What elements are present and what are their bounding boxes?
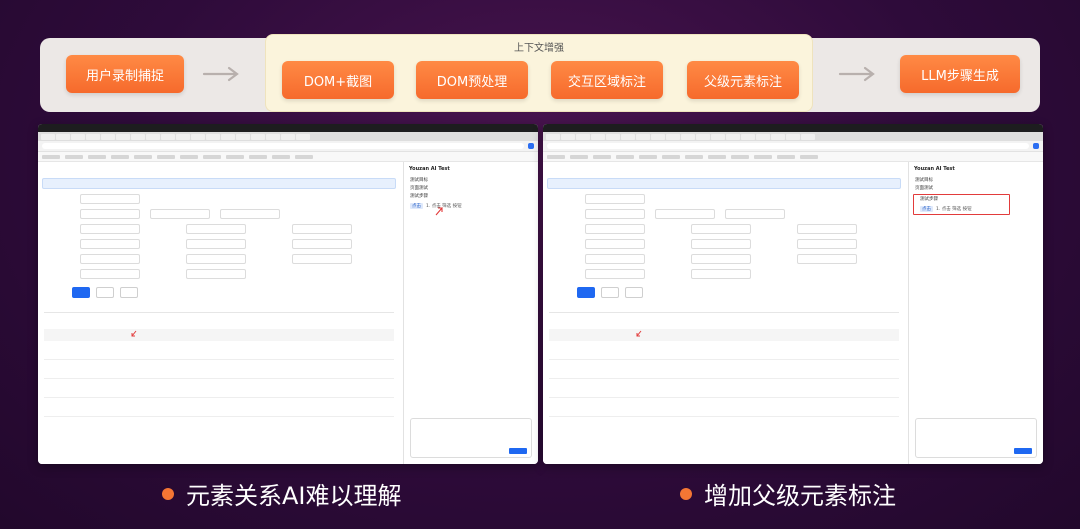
table-row [549, 345, 899, 360]
table-row [549, 383, 899, 398]
caption-left-text: 元素关系AI难以理解 [186, 482, 402, 510]
caption-left: 元素关系AI难以理解 [162, 476, 402, 511]
reset-button[interactable] [601, 287, 619, 298]
screenshot-after: ​ Youzan AI Test 测试目标 页面测试 测试步骤 点击 1. 点击… [543, 124, 1043, 464]
send-button[interactable] [509, 448, 527, 454]
table-row [44, 364, 394, 379]
arrow-right-icon [202, 66, 239, 82]
pipeline-step-dom-preprocess: DOM预处理 [416, 61, 528, 99]
table-row [44, 345, 394, 360]
web-page [38, 162, 400, 464]
step-item[interactable]: 点击 1. 点击 筛选 按钮 [410, 202, 532, 209]
goal-label: 测试目标 [410, 178, 428, 183]
notice-bar [42, 178, 396, 189]
browser-tabs [38, 132, 538, 141]
pipeline-step-dom-screenshot: DOM+截图 [282, 61, 394, 99]
table-header [549, 329, 899, 341]
pipeline-input: 用户录制捕捉 [66, 55, 184, 93]
order-tabs [549, 308, 899, 313]
pipeline-output: LLM步骤生成 [900, 55, 1020, 93]
page-header [543, 162, 905, 174]
goal-value: 页面测试 [410, 186, 428, 191]
page-header [38, 162, 400, 174]
goal-label: 测试目标 [915, 178, 933, 183]
parent-element-highlight: 测试步骤 点击 1. 点击 筛选 按钮 [913, 194, 1010, 215]
reset-button[interactable] [96, 287, 114, 298]
export-button[interactable] [625, 287, 643, 298]
step-item[interactable]: 点击 1. 点击 筛选 按钮 [920, 205, 1003, 212]
table-row [44, 383, 394, 398]
update-button: ​ [528, 143, 534, 149]
bookmarks-bar [543, 152, 1043, 162]
ai-test-panel: Youzan AI Test 测试目标 页面测试 测试步骤 点击 1. 点击 筛… [403, 162, 538, 464]
chat-input[interactable] [410, 418, 532, 458]
filter-button[interactable] [72, 287, 90, 298]
red-arrow-icon [636, 330, 642, 337]
web-page [543, 162, 905, 464]
address-bar: ​ [543, 141, 1043, 152]
chat-input[interactable] [915, 418, 1037, 458]
pipeline-step-interaction-area: 交互区域标注 [551, 61, 663, 99]
browser-tabs [543, 132, 1043, 141]
caption-right-text: 增加父级元素标注 [704, 482, 896, 510]
bullet-dot-icon [680, 487, 692, 500]
goal-value: 页面测试 [915, 186, 933, 191]
panel-title: Youzan AI Test [409, 166, 450, 172]
red-arrow-icon [435, 207, 443, 216]
caption-right: 增加父级元素标注 [680, 476, 896, 511]
filter-button[interactable] [577, 287, 595, 298]
notice-bar [547, 178, 901, 189]
step-text: 1. 点击 筛选 按钮 [936, 206, 972, 212]
step-tag: 点击 [920, 205, 933, 212]
pipeline-step-parent-element: 父级元素标注 [687, 61, 799, 99]
bookmarks-bar [38, 152, 538, 162]
red-arrow-icon [131, 330, 137, 337]
table-row [549, 364, 899, 379]
ai-test-panel: Youzan AI Test 测试目标 页面测试 测试步骤 点击 1. 点击 筛… [908, 162, 1043, 464]
arrow-right-icon [838, 66, 875, 82]
bullet-dot-icon [162, 487, 174, 500]
steps-label: 测试步骤 [410, 194, 428, 199]
context-title: 上下文增强 [514, 43, 564, 54]
table-row [549, 402, 899, 417]
steps-label: 测试步骤 [920, 197, 938, 202]
panel-title: Youzan AI Test [914, 166, 955, 172]
screenshot-before: ​ Youzan AI Test 测试目标 页面测试 测试步骤 点击 1. 点击… [38, 124, 538, 464]
address-bar: ​ [38, 141, 538, 152]
send-button[interactable] [1014, 448, 1032, 454]
mac-menubar [38, 124, 538, 132]
step-tag: 点击 [410, 202, 423, 209]
table-row [44, 402, 394, 417]
order-tabs [44, 308, 394, 313]
export-button[interactable] [120, 287, 138, 298]
mac-menubar [543, 124, 1043, 132]
update-button: ​ [1033, 143, 1039, 149]
table-header [44, 329, 394, 341]
